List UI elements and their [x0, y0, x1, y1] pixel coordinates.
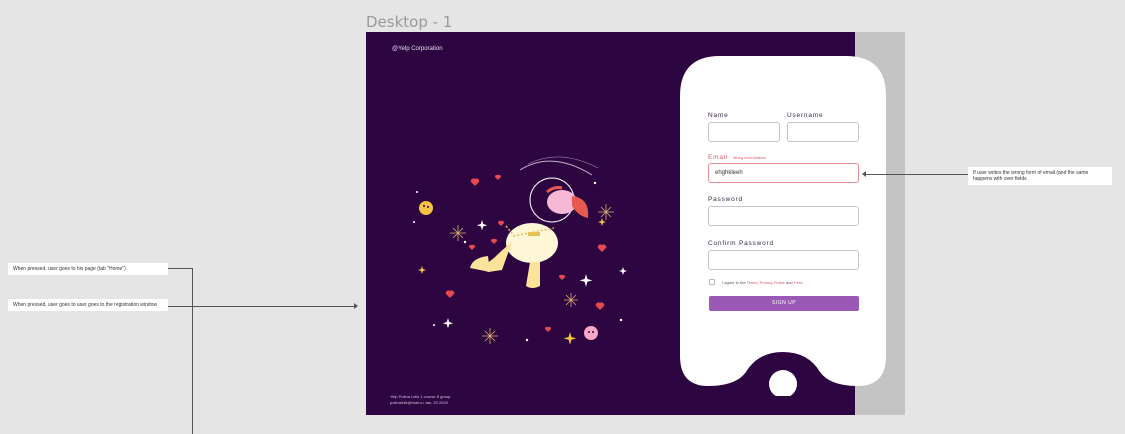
agree-and: and — [784, 280, 794, 285]
agree-prefix: I agree to the — [722, 280, 747, 285]
note-email-validation: If user writes the wrong form of email (… — [968, 167, 1112, 185]
note-home: When pressed, user goes to his page (tab… — [8, 263, 168, 275]
footer-line-2: polinalelik@mail.ru Jan, 20 2025 — [390, 400, 448, 405]
astronaut-dog-illustration — [413, 156, 627, 345]
fees-link[interactable]: Fees — [794, 280, 803, 285]
email-label: Email — [708, 154, 729, 161]
desktop-frame: @Yelp Corporation Yelp Polina Lelik 1 co… — [366, 32, 905, 415]
username-label: Username — [787, 112, 824, 119]
connector-email — [866, 174, 968, 175]
brand-label: @Yelp Corporation — [392, 46, 443, 52]
confirm-password-input[interactable] — [708, 250, 859, 270]
connector-home-vertical — [192, 268, 193, 434]
email-error-text: Wrong email address — [733, 156, 767, 160]
password-label: Password — [708, 196, 743, 203]
agree-checkbox[interactable] — [709, 279, 715, 285]
password-input[interactable] — [708, 206, 859, 226]
hero-panel: @Yelp Corporation Yelp Polina Lelik 1 co… — [366, 32, 886, 415]
sign-up-button[interactable]: SIGN UP — [709, 296, 859, 311]
name-input[interactable] — [708, 122, 780, 142]
terms-link[interactable]: Terms — [747, 280, 758, 285]
name-label: Name — [708, 112, 729, 119]
username-input[interactable] — [787, 122, 859, 142]
connector-registration-arrow — [354, 303, 358, 309]
note-registration: When pressed, user goes to user goes to … — [8, 299, 168, 311]
connector-registration — [168, 306, 356, 307]
agree-suffix: . — [802, 280, 804, 285]
email-input[interactable]: ehghkleeh — [708, 163, 859, 183]
signup-form: Name Username Email Wrong email address … — [694, 95, 859, 335]
connector-home — [168, 268, 192, 269]
footer-credits: Yelp Polina Lelik 1 course 8 group polin… — [390, 394, 450, 406]
privacy-link[interactable]: Privacy Police — [760, 280, 785, 285]
confirm-password-label: Confirm Password — [708, 240, 774, 247]
connector-email-arrow — [862, 171, 866, 177]
frame-title: Desktop - 1 — [366, 13, 453, 31]
agree-text: I agree to the Terms, Privacy Police and… — [722, 280, 804, 285]
